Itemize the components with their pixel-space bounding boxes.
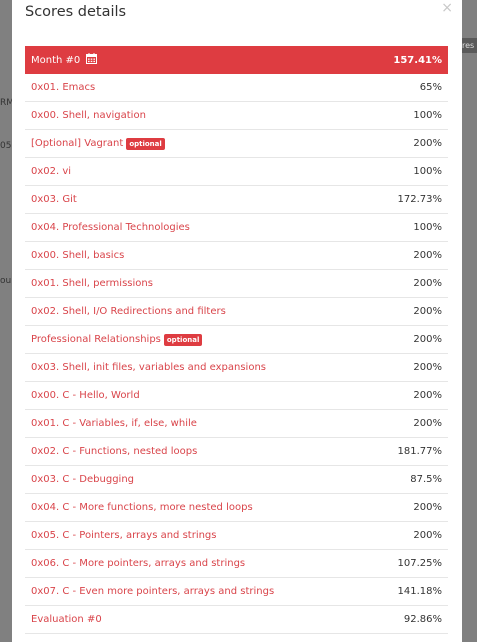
score-row: 0x02. C - Functions, nested loops 181.77% <box>25 438 448 466</box>
project-score: 200% <box>413 418 442 429</box>
scores-details-modal: Scores details × Month #0 157.41% 0x01. … <box>12 0 462 642</box>
project-link[interactable]: 0x01. Shell, permissions <box>31 278 153 289</box>
score-row: 0x01. Shell, permissions 200% <box>25 270 448 298</box>
score-row: Evaluation #0 92.86% <box>25 606 448 634</box>
project-link[interactable]: [Optional] Vagrant optional <box>31 137 165 150</box>
project-name: 0x01. Emacs <box>31 82 96 93</box>
modal-title: Scores details <box>25 4 127 20</box>
background-page-right <box>462 0 477 642</box>
modal-header: Scores details × <box>12 0 462 30</box>
project-score: 100% <box>413 110 442 121</box>
score-row: 0x00. Shell, basics 200% <box>25 242 448 270</box>
score-row: 0x01. C - Variables, if, else, while 200% <box>25 410 448 438</box>
background-text-fragment: res <box>462 38 477 53</box>
project-score: 92.86% <box>403 614 442 625</box>
project-link[interactable]: 0x04. Professional Technologies <box>31 222 190 233</box>
project-link[interactable]: 0x01. Emacs <box>31 82 95 93</box>
score-row: 0x02. Shell, I/O Redirections and filter… <box>25 298 448 326</box>
close-button[interactable]: × <box>441 0 453 16</box>
project-name: 0x01. C - Variables, if, else, while <box>31 418 197 429</box>
score-row: 0x04. C - More functions, more nested lo… <box>25 494 448 522</box>
score-row: 0x02. vi 100% <box>25 158 448 186</box>
project-link[interactable]: 0x00. Shell, navigation <box>31 110 146 121</box>
project-score: 200% <box>413 250 442 261</box>
project-score: 200% <box>413 334 442 345</box>
project-name: 0x03. Shell, init files, variables and e… <box>31 362 266 373</box>
project-name: 0x02. Shell, I/O Redirections and filter… <box>31 306 226 317</box>
project-score: 172.73% <box>397 194 443 205</box>
background-text-fragment: ou <box>0 276 12 286</box>
project-name: 0x04. Professional Technologies <box>31 222 190 233</box>
project-link[interactable]: 0x02. Shell, I/O Redirections and filter… <box>31 306 226 317</box>
project-name: Professional Relationships <box>31 334 161 345</box>
project-link[interactable]: 0x06. C - More pointers, arrays and stri… <box>31 558 245 569</box>
project-name: 0x00. C - Hello, World <box>31 390 140 401</box>
score-row: 0x03. C - Debugging 87.5% <box>25 466 448 494</box>
project-score: 200% <box>413 390 442 401</box>
month-total-score: 157.41% <box>393 54 442 66</box>
project-name: Evaluation #0 <box>31 614 102 625</box>
project-score: 200% <box>413 530 442 541</box>
score-row: [Optional] Vagrant optional 200% <box>25 130 448 158</box>
score-row: 0x03. Git 172.73% <box>25 186 448 214</box>
project-link[interactable]: 0x03. Git <box>31 194 77 205</box>
project-link[interactable]: 0x00. C - Hello, World <box>31 390 140 401</box>
project-score: 100% <box>413 166 442 177</box>
project-name: 0x03. C - Debugging <box>31 474 135 485</box>
project-link[interactable]: 0x03. C - Debugging <box>31 474 134 485</box>
project-name: 0x03. Git <box>31 194 77 205</box>
scores-table: Month #0 157.41% 0x01. Emacs 65% 0x00. S… <box>25 46 448 634</box>
project-link[interactable]: 0x05. C - Pointers, arrays and strings <box>31 530 217 541</box>
project-link[interactable]: 0x03. Shell, init files, variables and e… <box>31 362 266 373</box>
project-link[interactable]: Professional Relationships optional <box>31 333 203 346</box>
project-link[interactable]: 0x07. C - Even more pointers, arrays and… <box>31 586 274 597</box>
project-score: 100% <box>413 222 442 233</box>
project-name: 0x02. vi <box>31 166 72 177</box>
score-row: 0x04. Professional Technologies 100% <box>25 214 448 242</box>
project-link[interactable]: 0x02. C - Functions, nested loops <box>31 446 197 457</box>
project-link[interactable]: 0x00. Shell, basics <box>31 250 124 261</box>
optional-badge: optional <box>126 137 165 150</box>
project-name: 0x04. C - More functions, more nested lo… <box>31 502 253 513</box>
score-row: 0x00. Shell, navigation 100% <box>25 102 448 130</box>
score-row: 0x05. C - Pointers, arrays and strings 20… <box>25 522 448 550</box>
project-score: 107.25% <box>397 558 443 569</box>
background-page-left: RM 052 ou <box>0 0 17 642</box>
score-row: 0x00. C - Hello, World 200% <box>25 382 448 410</box>
project-name: 0x02. C - Functions, nested loops <box>31 446 198 457</box>
score-row: Professional Relationships optional 200% <box>25 326 448 354</box>
project-score: 141.18% <box>397 586 443 597</box>
project-score: 200% <box>413 362 442 373</box>
project-score: 200% <box>413 278 442 289</box>
project-score: 87.5% <box>410 474 442 485</box>
project-name: 0x00. Shell, basics <box>31 250 125 261</box>
project-link[interactable]: 0x02. vi <box>31 166 71 177</box>
score-row: 0x07. C - Even more pointers, arrays and… <box>25 578 448 606</box>
project-score: 200% <box>413 306 442 317</box>
project-score: 200% <box>413 138 442 149</box>
project-score: 181.77% <box>397 446 443 457</box>
score-row: 0x06. C - More pointers, arrays and stri… <box>25 550 448 578</box>
project-name: 0x01. Shell, permissions <box>31 278 153 289</box>
project-link[interactable]: 0x04. C - More functions, more nested lo… <box>31 502 253 513</box>
project-score: 200% <box>413 502 442 513</box>
project-name: [Optional] Vagrant <box>31 138 124 149</box>
score-row: 0x01. Emacs 65% <box>25 74 448 102</box>
project-name: 0x00. Shell, navigation <box>31 110 146 121</box>
project-name: 0x07. C - Even more pointers, arrays and… <box>31 586 275 597</box>
project-score: 65% <box>419 82 442 93</box>
project-name: 0x06. C - More pointers, arrays and stri… <box>31 558 246 569</box>
calendar-icon[interactable] <box>86 53 98 67</box>
project-name: 0x05. C - Pointers, arrays and strings <box>31 530 217 541</box>
project-link[interactable]: 0x01. C - Variables, if, else, while <box>31 418 197 429</box>
optional-badge: optional <box>163 333 203 346</box>
score-row: 0x03. Shell, init files, variables and e… <box>25 354 448 382</box>
month-label: Month #0 <box>31 54 81 66</box>
month-summary-row: Month #0 157.41% <box>25 46 448 74</box>
project-link[interactable]: Evaluation #0 <box>31 614 102 625</box>
